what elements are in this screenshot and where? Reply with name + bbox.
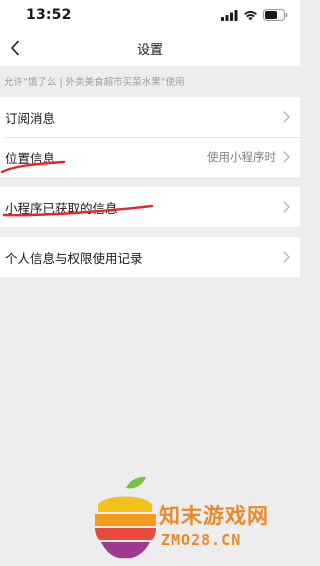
row-label: 位置信息 (5, 150, 56, 166)
permission-group: 订阅消息 位置信息 使用小程序时 (0, 97, 300, 177)
chevron-right-icon (283, 111, 290, 123)
page-title: 设置 (136, 43, 163, 58)
wifi-icon (244, 10, 257, 20)
chevron-right-icon (283, 201, 290, 213)
acquired-info-group: 小程序已获取的信息 (0, 187, 300, 227)
permission-header: 允许“饿了么 | 外卖美食超市买菜水果”使用 (4, 77, 185, 88)
subscription-messages-row[interactable]: 订阅消息 (0, 97, 300, 137)
watermark-name: 知末游戏网 (159, 504, 269, 528)
row-value: 使用小程序时 (207, 150, 276, 164)
status-bar: 13:52 (0, 0, 300, 30)
status-icons (221, 9, 288, 21)
row-label: 个人信息与权限使用记录 (5, 250, 143, 266)
row-label: 订阅消息 (5, 110, 56, 126)
row-label: 小程序已获取的信息 (5, 200, 118, 216)
status-time: 13:52 (26, 7, 72, 23)
acquired-info-row[interactable]: 小程序已获取的信息 (0, 187, 300, 227)
nav-bar: 设置 (0, 30, 300, 66)
signal-icon (221, 9, 238, 21)
usage-record-group: 个人信息与权限使用记录 (0, 237, 300, 277)
location-info-row[interactable]: 位置信息 使用小程序时 (0, 137, 300, 177)
permission-usage-record-row[interactable]: 个人信息与权限使用记录 (0, 237, 300, 277)
watermark-url: ZMO28.CN (161, 531, 242, 549)
chevron-right-icon (283, 151, 290, 163)
chevron-right-icon (283, 251, 290, 263)
watermark: 知末游戏网 ZMO28.CN (90, 474, 300, 566)
apple-logo-icon (95, 476, 156, 559)
battery-icon (263, 9, 288, 21)
